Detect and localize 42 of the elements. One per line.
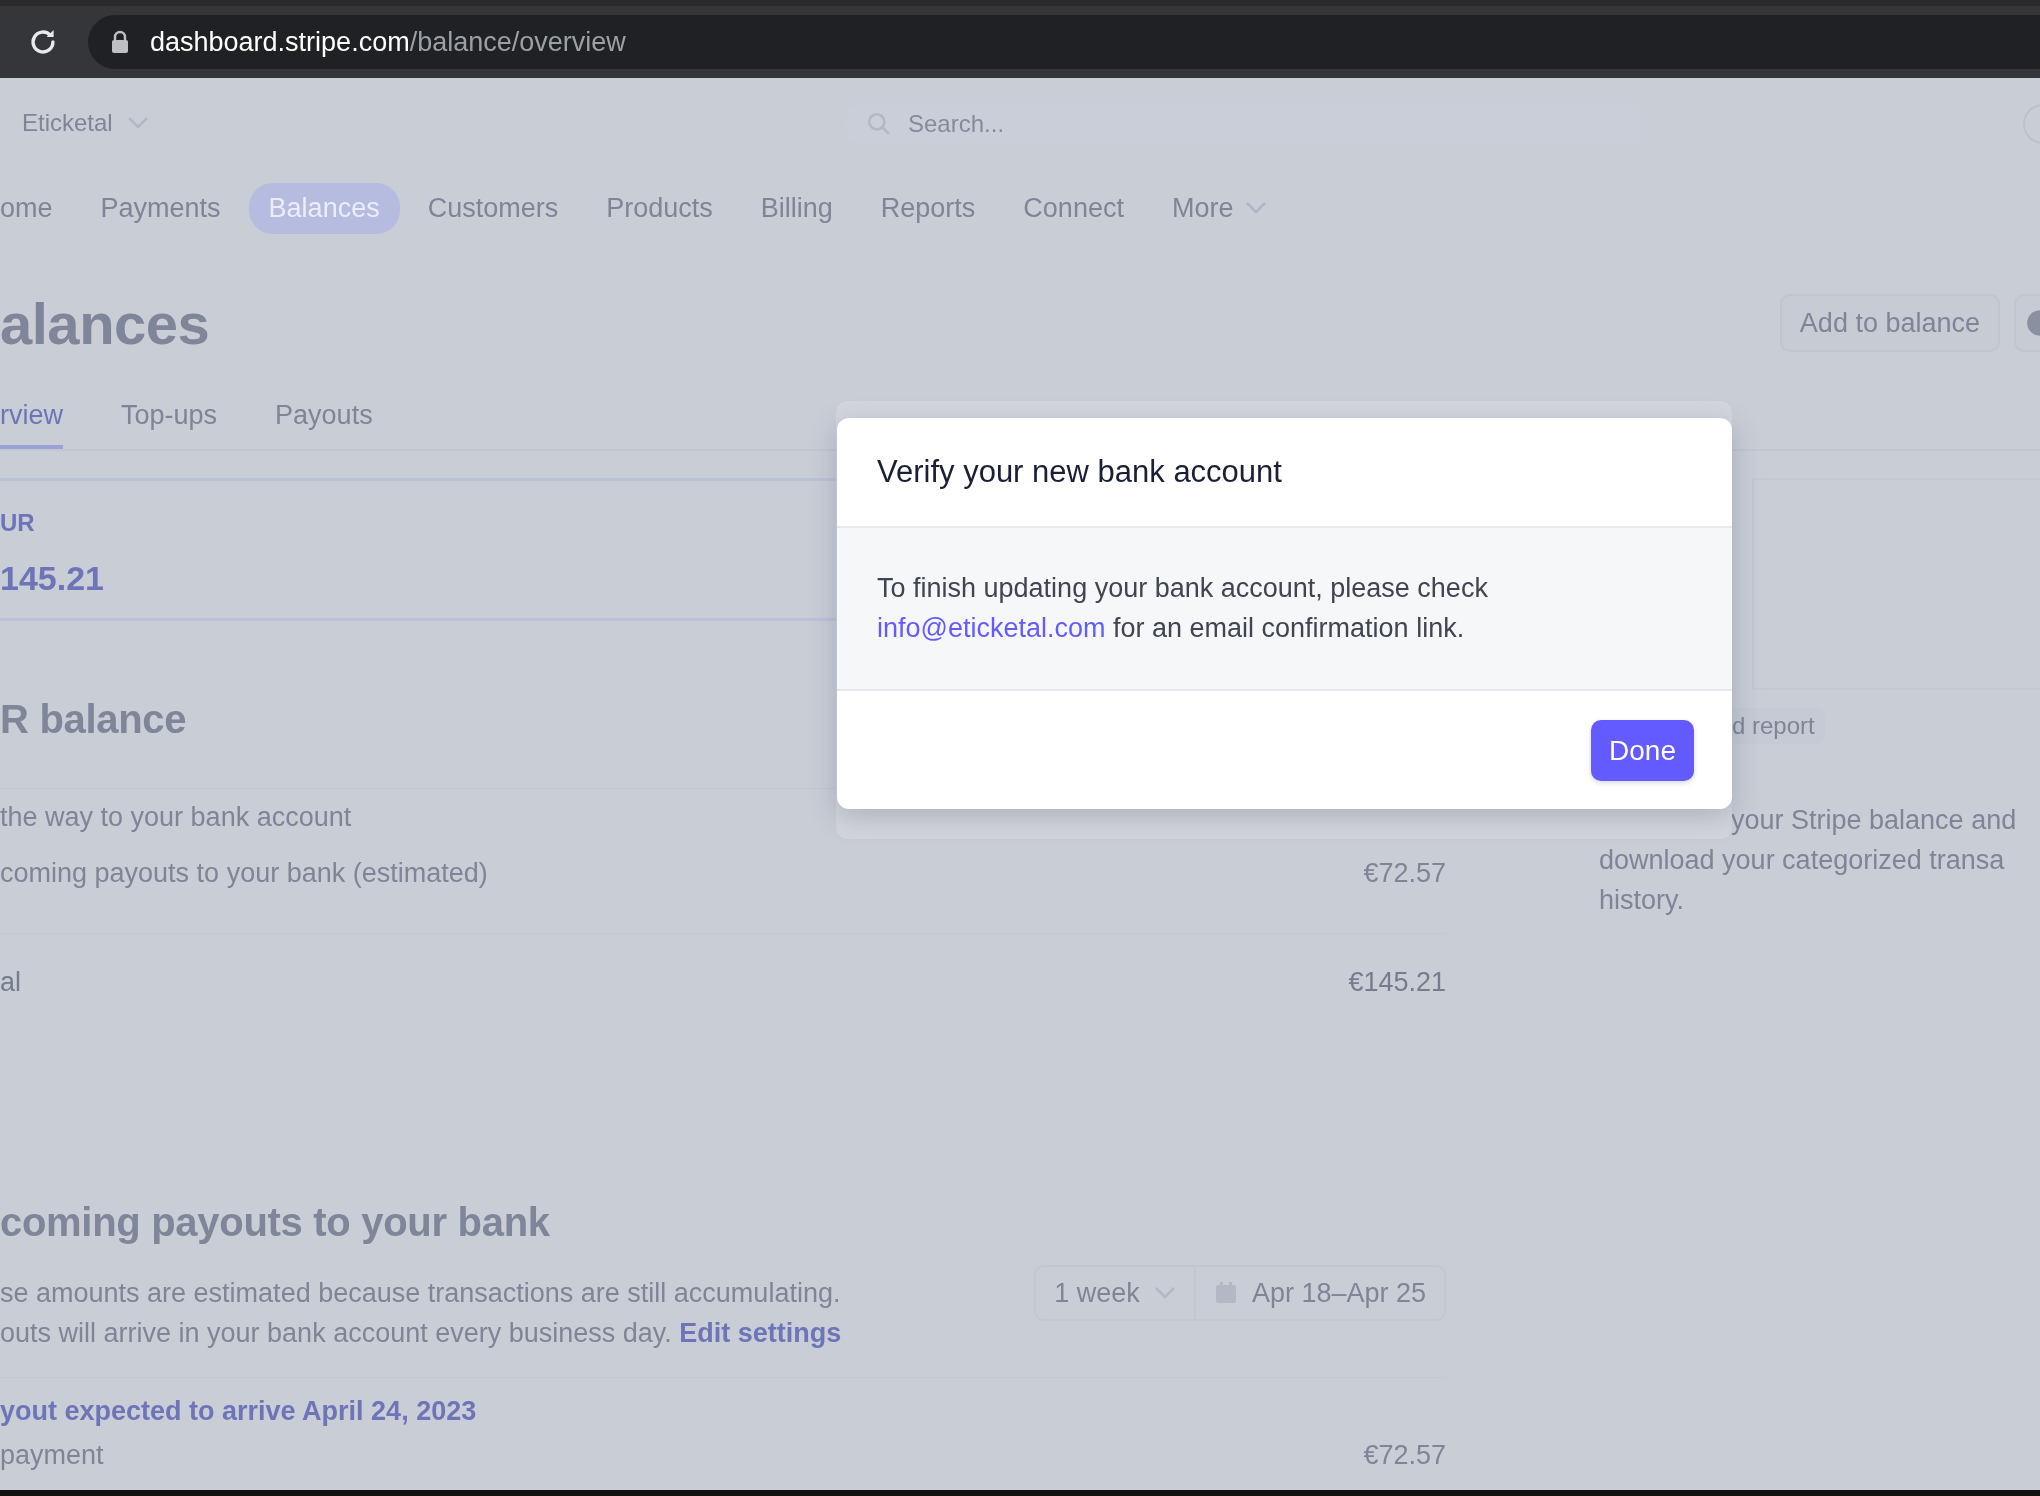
description-line: your Stripe balance and bbox=[1730, 804, 2018, 837]
row-label: the way to your bank account bbox=[0, 801, 352, 833]
search-field[interactable]: Search... bbox=[906, 109, 1510, 139]
edit-settings-link[interactable]: Edit settings bbox=[679, 1318, 842, 1348]
url-text: dashboard.stripe.com/balance/overview bbox=[150, 26, 626, 58]
nav-tab[interactable]: Payments bbox=[80, 182, 241, 234]
tab[interactable]: Top-ups bbox=[121, 400, 218, 449]
done-button[interactable]: Done bbox=[1591, 720, 1694, 781]
description-line: download your categorized transa bbox=[1599, 844, 2006, 877]
nav-tab[interactable]: ome bbox=[0, 182, 73, 234]
address-bar[interactable]: dashboard.stripe.com/balance/overview bbox=[88, 15, 2040, 69]
row-label: coming payouts to your bank (estimated) bbox=[0, 857, 488, 889]
tab[interactable]: Payouts bbox=[275, 400, 373, 449]
nav-tab[interactable]: Customers bbox=[407, 182, 579, 234]
total-label: al bbox=[0, 967, 21, 998]
email-link[interactable]: info@eticketal.com bbox=[877, 613, 1106, 643]
range-dropdown[interactable]: 1 week bbox=[1036, 1267, 1196, 1319]
nav-tab[interactable]: More bbox=[1151, 182, 1288, 234]
nav-tab[interactable]: Billing bbox=[740, 182, 853, 234]
description-line: history. bbox=[1599, 884, 1686, 917]
dialog-title: Verify your new bank account bbox=[877, 454, 1282, 490]
currency-label: UR bbox=[0, 509, 36, 537]
nav-tab[interactable]: Products bbox=[586, 182, 733, 234]
description-text: se amounts are estimated because transactions are still accumulating. outs will arrive in your bank account every business day. Edit settings bbox=[0, 1277, 842, 1350]
tab[interactable]: rview bbox=[0, 400, 63, 449]
add-to-balance-button[interactable]: Add to balance bbox=[1779, 294, 2000, 352]
lock-icon bbox=[110, 30, 130, 54]
nav-tab[interactable]: Connect bbox=[1003, 182, 1144, 234]
balance-amount: 145.21 bbox=[0, 559, 104, 598]
row-label: payment bbox=[0, 1439, 104, 1471]
nav-tab[interactable]: Reports bbox=[860, 182, 996, 234]
total-amount: €145.21 bbox=[1348, 967, 1446, 998]
row-amount: €72.57 bbox=[1363, 1439, 1446, 1471]
payout-group-title: yout expected to arrive April 24, 2023 bbox=[0, 1377, 1446, 1427]
chevron-down-icon bbox=[1245, 201, 1268, 215]
row-amount: €72.57 bbox=[1363, 857, 1446, 889]
date-range-button[interactable]: Apr 18–Apr 25 bbox=[1195, 1267, 1444, 1319]
page-title: alances bbox=[0, 289, 210, 357]
account-switcher[interactable]: Eticketal bbox=[22, 109, 149, 137]
section-title: coming payouts to your bank bbox=[0, 1200, 551, 1245]
dialog-message: To finish updating your bank account, please check info@eticketal.com for an email confirmation link. bbox=[877, 572, 1489, 645]
section-title: R balance bbox=[0, 697, 188, 742]
